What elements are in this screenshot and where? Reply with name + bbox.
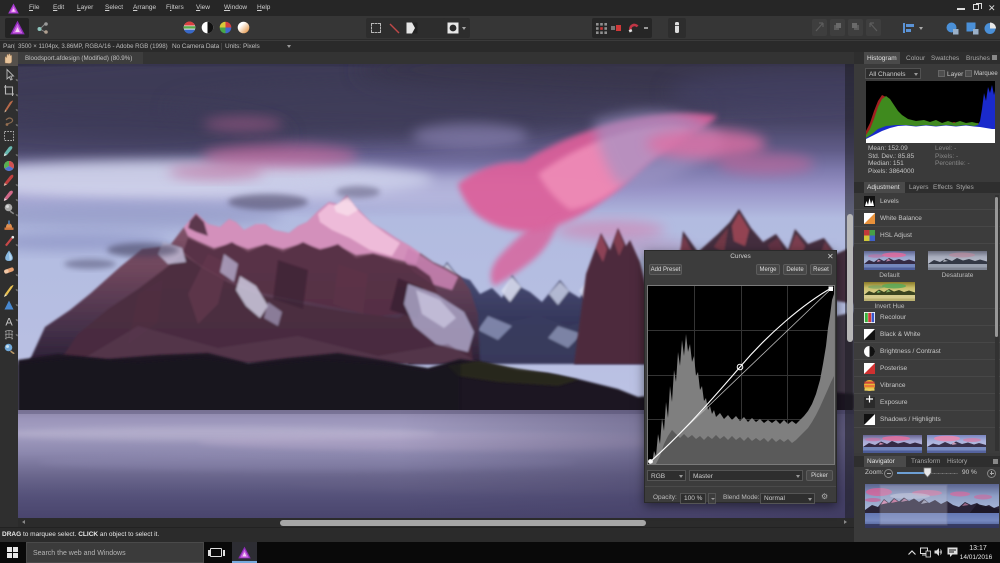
svg-text:A: A bbox=[5, 317, 13, 329]
